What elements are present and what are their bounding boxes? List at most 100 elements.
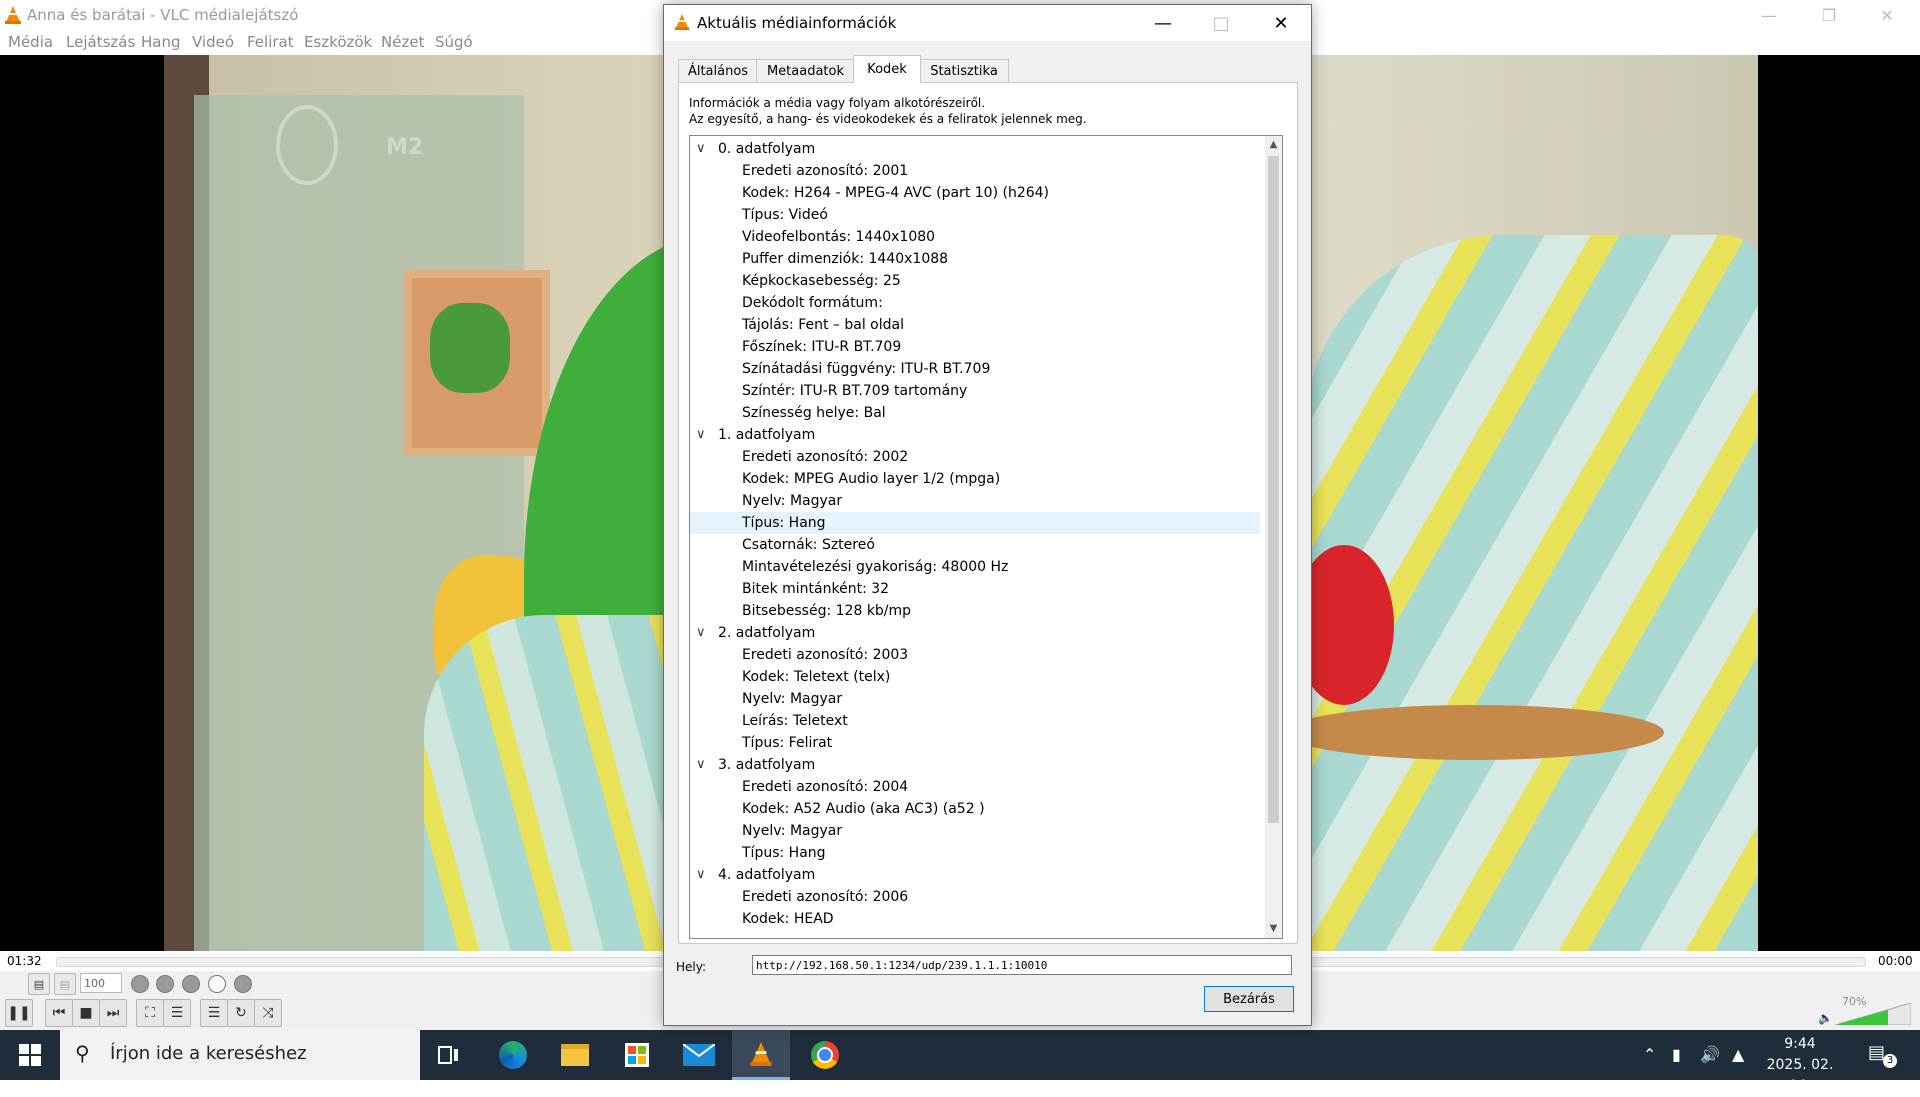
tab-general[interactable]: Általános [678,59,758,82]
stream-property-row[interactable]: Nyelv: Magyar [690,688,1260,710]
stream-property-row[interactable]: Bitsebesség: 128 kb/mp [690,600,1260,622]
clock[interactable]: 9:44 2025. 02. 04. [1760,1034,1840,1097]
menu-audio[interactable]: Hang [141,33,181,51]
stream-tree[interactable]: ∨ 0. adatfolyam Eredeti azonosító: 2001 Kod… [689,135,1283,939]
playlist-icon[interactable]: ☰ [200,999,228,1027]
minimize-button[interactable]: — [1740,0,1798,30]
chevron-down-icon[interactable]: ∨ [696,622,710,644]
stream-property-row[interactable]: Típus: Hang [690,842,1260,864]
remaining-time[interactable]: 00:00 [1878,954,1913,968]
record-list-icon[interactable]: ▤ [28,973,50,995]
tab-codec[interactable]: Kodek [853,55,921,83]
chevron-down-icon[interactable]: ∨ [696,754,710,776]
stream-property-row[interactable]: Eredeti azonosító: 2004 [690,776,1260,798]
menu-view[interactable]: Nézet [381,33,424,51]
menu-video[interactable]: Videó [192,33,234,51]
location-field[interactable]: http://192.168.50.1:1234/udp/239.1.1.1:1… [752,955,1292,975]
stream-property-row[interactable]: Kodek: HEAD [690,908,1260,930]
frame-step-button[interactable] [182,975,200,993]
stream-property-row[interactable]: Típus: Felirat [690,732,1260,754]
stream-property-row[interactable]: Eredeti azonosító: 2006 [690,886,1260,908]
shuffle-icon[interactable]: ⤨ [254,999,282,1027]
volume-tray-icon[interactable]: 🔊 [1700,1045,1720,1064]
tab-statistics[interactable]: Statisztika [919,59,1009,82]
network-icon[interactable]: ▲ [1732,1045,1744,1064]
dialog-close-x-button[interactable]: ✕ [1252,5,1310,41]
speed-spinbox[interactable]: 100 [80,973,122,993]
fullscreen-icon[interactable]: ⛶ [136,999,164,1027]
menu-tools[interactable]: Eszközök [304,33,372,51]
store-icon[interactable] [608,1030,666,1080]
edge-icon[interactable] [484,1030,542,1080]
stream-property-row[interactable]: Eredeti azonosító: 2001 [690,160,1260,182]
equalizer-icon[interactable]: ☰ [163,999,191,1027]
menu-subtitle[interactable]: Felirat [247,33,294,51]
chevron-down-icon[interactable]: ∨ [696,138,710,160]
start-button[interactable] [0,1030,60,1080]
stream-header[interactable]: ∨ 3. adatfolyam [690,754,1260,776]
stream-property-row[interactable]: Kodek: Teletext (telx) [690,666,1260,688]
stream-property-row[interactable]: Kodek: A52 Audio (aka AC3) (a52 ) [690,798,1260,820]
stream-property-row[interactable]: Dekódolt formátum: [690,292,1260,314]
tab-metadata[interactable]: Metaadatok [756,59,855,82]
stream-property-row[interactable]: Színátadási függvény: ITU-R BT.709 [690,358,1260,380]
stream-property-row[interactable]: Puffer dimenziók: 1440x1088 [690,248,1260,270]
stream-property-row[interactable]: Csatornák: Sztereó [690,534,1260,556]
stream-property-row[interactable]: Videofelbontás: 1440x1080 [690,226,1260,248]
chevron-down-icon[interactable]: ∨ [696,864,710,886]
stream-header[interactable]: ∨ 2. adatfolyam [690,622,1260,644]
stream-property-row[interactable]: Mintavételezési gyakoriság: 48000 Hz [690,556,1260,578]
battery-icon[interactable]: ▮ [1672,1045,1681,1064]
scroll-thumb[interactable] [1268,156,1279,823]
stream-property-row[interactable]: Színtér: ITU-R BT.709 tartomány [690,380,1260,402]
previous-icon[interactable]: ⏮ [45,999,73,1027]
record-button[interactable] [131,975,149,993]
tree-scrollbar[interactable]: ▲ ▼ [1265,136,1282,938]
loop-icon[interactable]: ↻ [227,999,255,1027]
dialog-maximize-button[interactable]: □ [1192,5,1250,41]
pause-button[interactable]: ❚❚ [5,999,33,1027]
atob-button[interactable] [208,975,226,993]
stream-property-row[interactable]: Kodek: MPEG Audio layer 1/2 (mpga) [690,468,1260,490]
mail-icon[interactable] [670,1030,728,1080]
stream-property-row[interactable]: Típus: Videó [690,204,1260,226]
task-view-icon[interactable] [420,1030,478,1080]
next-icon[interactable]: ⏭ [99,999,127,1027]
chevron-up-icon[interactable]: ⌃ [1643,1045,1656,1064]
ab-loop-button[interactable] [156,975,174,993]
stream-property-row[interactable]: Színesség helye: Bal [690,402,1260,424]
stream-property-row[interactable]: Tájolás: Fent – bal oldal [690,314,1260,336]
menu-playback[interactable]: Lejátszás [66,33,135,51]
scroll-up-icon[interactable]: ▲ [1265,136,1282,154]
stream-property-row[interactable]: Eredeti azonosító: 2003 [690,644,1260,666]
stream-property-row[interactable]: Főszínek: ITU-R BT.709 [690,336,1260,358]
snapshot-icon[interactable]: ▤ [54,973,76,995]
file-explorer-icon[interactable] [546,1030,604,1080]
stream-property-row[interactable]: Nyelv: Magyar [690,490,1260,512]
close-window-button[interactable]: ✕ [1858,0,1916,30]
stream-property-row[interactable]: Eredeti azonosító: 2002 [690,446,1260,468]
dialog-minimize-button[interactable]: — [1134,5,1192,41]
stream-header[interactable]: ∨ 1. adatfolyam [690,424,1260,446]
stream-property-row[interactable]: Kodek: H264 - MPEG-4 AVC (part 10) (h264… [690,182,1260,204]
vlc-taskbar-icon[interactable] [732,1030,790,1080]
stop-icon[interactable]: ■ [72,999,100,1027]
stream-property-row[interactable]: Nyelv: Magyar [690,820,1260,842]
chrome-icon[interactable] [796,1030,854,1080]
extra-button[interactable] [234,975,252,993]
elapsed-time[interactable]: 01:32 [7,954,42,968]
stream-property-row[interactable]: Képkockasebesség: 25 [690,270,1260,292]
restore-button[interactable]: ❐ [1800,0,1858,30]
chevron-down-icon[interactable]: ∨ [696,424,710,446]
menu-media[interactable]: Média [8,33,53,51]
speaker-icon[interactable]: 🔈 [1818,1011,1833,1025]
stream-property-row[interactable]: Típus: Hang [690,512,1260,534]
stream-property-row[interactable]: Bitek mintánként: 32 [690,578,1260,600]
menu-help[interactable]: Súgó [435,33,473,51]
taskbar-search-box[interactable]: ⚲ Írjon ide a kereséshez [60,1030,420,1080]
stream-header[interactable]: ∨ 4. adatfolyam [690,864,1260,886]
stream-header[interactable]: ∨ 0. adatfolyam [690,138,1260,160]
close-button[interactable]: Bezárás [1204,986,1294,1012]
scroll-down-icon[interactable]: ▼ [1265,920,1282,938]
stream-property-row[interactable]: Leírás: Teletext [690,710,1260,732]
